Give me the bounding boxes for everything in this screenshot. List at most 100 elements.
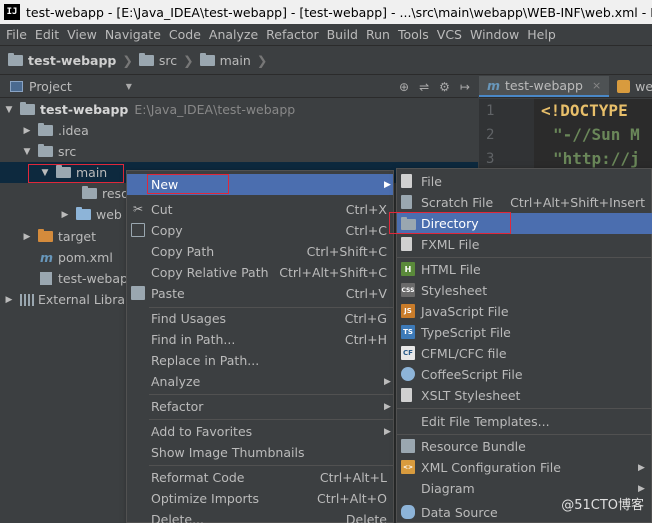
tree-item-src[interactable]: ▼ src (22, 141, 76, 162)
tab-pom-xml[interactable]: m test-webapp × (479, 76, 610, 97)
project-view-selector[interactable]: Project ▼ (0, 79, 200, 94)
tree-item-label: pom.xml (58, 250, 113, 265)
coffeescript-file-icon (401, 367, 415, 381)
tree-item-iml[interactable]: test-webap (40, 268, 128, 289)
menu-item-html-file[interactable]: H HTML File (397, 259, 652, 280)
locate-icon[interactable]: ⊕ (399, 80, 409, 94)
menu-code[interactable]: Code (165, 27, 205, 42)
menu-run[interactable]: Run (362, 27, 394, 42)
menu-help[interactable]: Help (523, 27, 560, 42)
tree-item-pom[interactable]: m pom.xml (40, 247, 113, 268)
web-folder-icon (76, 207, 91, 220)
javascript-file-icon: JS (401, 304, 415, 318)
menu-item-shortcut: Delete (345, 512, 387, 523)
chevron-right-icon: ❯ (183, 53, 194, 68)
hide-panel-icon[interactable]: ↦ (460, 80, 470, 94)
settings-gear-icon[interactable]: ⚙ (439, 80, 450, 94)
collapse-all-icon[interactable]: ⇌ (419, 80, 429, 94)
submenu-arrow-icon: ▶ (384, 401, 391, 412)
menu-item-coffeescript-file[interactable]: CoffeeScript File (397, 364, 652, 385)
tab-web-xml[interactable]: web (609, 76, 652, 97)
menu-item-cfml-file[interactable]: CF CFML/CFC file (397, 343, 652, 364)
menu-item-optimize-imports[interactable]: Optimize Imports Ctrl+Alt+O (127, 488, 393, 509)
menu-item-label: Data Source (421, 505, 498, 520)
tree-item-idea[interactable]: ▶ .idea (22, 120, 89, 141)
code-content[interactable]: <!DOCTYPE "-//Sun M "http://j (541, 99, 640, 171)
menu-build[interactable]: Build (323, 27, 362, 42)
menu-item-find-usages[interactable]: Find Usages Ctrl+G (127, 308, 393, 329)
menu-item-reformat-code[interactable]: Reformat Code Ctrl+Alt+L (127, 467, 393, 488)
menu-item-shortcut: Ctrl+C (345, 223, 387, 238)
dropdown-arrow-icon: ▼ (125, 82, 132, 91)
menu-item-add-to-favorites[interactable]: Add to Favorites ▶ (127, 421, 393, 442)
menu-item-cut[interactable]: ✂ Cut Ctrl+X (127, 199, 393, 220)
menu-item-copy[interactable]: Copy Ctrl+C (127, 220, 393, 241)
menu-item-label: Edit File Templates... (421, 414, 550, 429)
expanded-arrow-icon: ▼ (23, 146, 31, 157)
database-icon (401, 505, 415, 519)
menu-navigate[interactable]: Navigate (101, 27, 165, 42)
menu-item-label: Stylesheet (421, 283, 488, 298)
annotation-highlight-directory (389, 212, 511, 234)
menu-item-replace-in-path[interactable]: Replace in Path... (127, 350, 393, 371)
breadcrumb-label: test-webapp (28, 53, 117, 68)
menu-vcs[interactable]: VCS (433, 27, 466, 42)
tree-item-target[interactable]: ▶ target (22, 226, 96, 247)
menu-refactor[interactable]: Refactor (262, 27, 322, 42)
menu-separator (149, 419, 393, 420)
menu-analyze[interactable]: Analyze (205, 27, 262, 42)
submenu-arrow-icon: ▶ (384, 179, 391, 190)
menu-window[interactable]: Window (466, 27, 523, 42)
close-icon[interactable]: × (592, 79, 601, 92)
menu-item-show-image-thumbnails[interactable]: Show Image Thumbnails (127, 442, 393, 463)
menu-item-copy-path[interactable]: Copy Path Ctrl+Shift+C (127, 241, 393, 262)
annotation-highlight-new (147, 174, 229, 194)
tree-item-path: E:\Java_IDEA\test-webapp (134, 102, 296, 117)
submenu-arrow-icon: ▶ (638, 462, 645, 473)
menu-tools[interactable]: Tools (394, 27, 433, 42)
menu-item-javascript-file[interactable]: JS JavaScript File (397, 301, 652, 322)
menu-item-file[interactable]: File (397, 171, 652, 192)
code-line: <!DOCTYPE (541, 101, 628, 120)
menu-item-stylesheet[interactable]: CSS Stylesheet (397, 280, 652, 301)
breadcrumb-label: src (158, 53, 178, 68)
menu-item-analyze[interactable]: Analyze ▶ (127, 371, 393, 392)
cfml-file-icon: CF (401, 346, 415, 360)
menu-item-find-in-path[interactable]: Find in Path... Ctrl+H (127, 329, 393, 350)
tree-item-webapp[interactable]: ▶ web (60, 204, 122, 225)
tree-item-resources[interactable]: reso (76, 183, 129, 204)
menu-item-label: Analyze (151, 374, 201, 389)
menu-item-edit-file-templates[interactable]: Edit File Templates... (397, 411, 652, 432)
menu-item-label: XML Configuration File (421, 460, 561, 475)
menu-item-xslt-stylesheet[interactable]: XSLT Stylesheet (397, 385, 652, 406)
breadcrumb-item-project[interactable]: test-webapp (8, 53, 116, 68)
menu-item-paste[interactable]: Paste Ctrl+V (127, 283, 393, 304)
project-toolbar: ⊕ ⇌ ⚙ ↦ (399, 80, 478, 94)
menu-item-typescript-file[interactable]: TS TypeScript File (397, 322, 652, 343)
menu-item-scratch-file[interactable]: Scratch File Ctrl+Alt+Shift+Insert (397, 192, 652, 213)
menu-file[interactable]: File (2, 27, 31, 42)
submenu-arrow-icon: ▶ (638, 483, 645, 494)
menu-item-fxml-file[interactable]: FXML File (397, 234, 652, 255)
menu-item-label: Cut (151, 202, 173, 217)
menu-item-refactor[interactable]: Refactor ▶ (127, 396, 393, 417)
menu-item-resource-bundle[interactable]: Resource Bundle (397, 436, 652, 457)
menu-item-copy-relative-path[interactable]: Copy Relative Path Ctrl+Alt+Shift+C (127, 262, 393, 283)
tree-item-external-libraries[interactable]: ▶ External Librar (4, 289, 131, 310)
tree-item-label: src (58, 144, 77, 159)
menu-item-shortcut: Ctrl+Alt+Shift+C (279, 265, 387, 280)
tree-item-project-root[interactable]: ▼ test-webapp E:\Java_IDEA\test-webapp (4, 99, 295, 120)
menu-edit[interactable]: Edit (31, 27, 63, 42)
breadcrumb-item-main[interactable]: main (199, 53, 251, 68)
menu-separator (397, 408, 652, 409)
collapsed-arrow-icon: ▶ (5, 294, 13, 305)
menu-item-label: Delete... (151, 512, 204, 523)
menu-item-label: CFML/CFC file (421, 346, 507, 361)
menu-item-label: TypeScript File (421, 325, 511, 340)
breadcrumb-item-src[interactable]: src (138, 53, 178, 68)
menu-item-delete[interactable]: Delete... Delete (127, 509, 393, 523)
menu-item-label: Paste (151, 286, 185, 301)
menu-item-xml-configuration-file[interactable]: <> XML Configuration File ▶ (397, 457, 652, 478)
menu-view[interactable]: View (63, 27, 101, 42)
copy-icon (131, 223, 145, 237)
